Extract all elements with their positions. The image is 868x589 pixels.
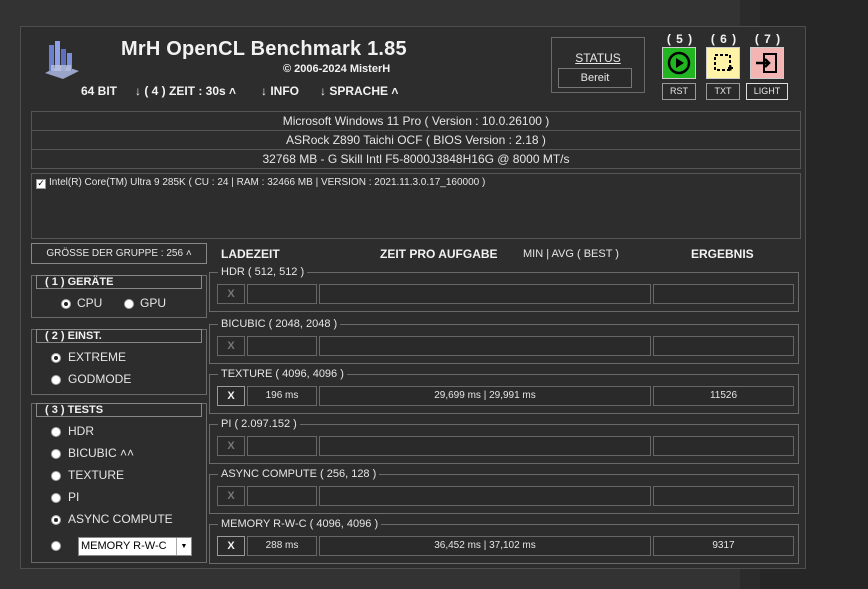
screenshot-button[interactable] — [706, 47, 740, 79]
memory-test-dropdown[interactable]: MEMORY R-W-C ▼ — [78, 537, 192, 556]
sprache-menu[interactable]: ↓ SPRACHE ˄ — [320, 84, 398, 98]
col-ergebnis: ERGEBNIS — [691, 247, 754, 261]
texture-test-label: TEXTURE — [68, 468, 125, 482]
test-result-name: ASYNC COMPUTE ( 256, 128 ) — [218, 468, 380, 480]
test-score — [653, 284, 794, 304]
cpu-radio[interactable] — [61, 299, 71, 309]
play-icon — [667, 51, 691, 75]
test-result-row: PI ( 2.097.152 ) X — [209, 418, 799, 464]
test-result-name: MEMORY R-W-C ( 4096, 4096 ) — [218, 518, 382, 530]
gpu-label: GPU — [140, 296, 167, 310]
copyright-text: © 2006-2024 MisterH — [283, 63, 391, 75]
device-checkbox[interactable]: ✓ — [36, 179, 46, 189]
godmode-radio[interactable] — [51, 375, 61, 385]
crop-select-icon — [714, 54, 733, 71]
status-label: STATUS — [575, 51, 621, 65]
test-load-time — [247, 284, 317, 304]
test-time-per-task — [319, 284, 651, 304]
test-time-per-task: 36,452 ms | 37,102 ms — [319, 536, 651, 556]
test-disable-button[interactable]: X — [217, 536, 245, 556]
chevron-down-icon[interactable]: ▼ — [176, 538, 191, 555]
test-score — [653, 486, 794, 506]
tests-title: ( 3 ) TESTS — [36, 403, 202, 417]
einst-title: ( 2 ) EINST. — [36, 329, 202, 343]
test-disable-button[interactable]: X — [217, 436, 245, 456]
bits-label: 64 BIT — [81, 84, 118, 98]
test-disable-button[interactable]: X — [217, 486, 245, 506]
device-item[interactable]: Intel(R) Core(TM) Ultra 9 285K ( CU : 24… — [49, 177, 485, 188]
board-info: ASRock Z890 Taichi OCF ( BIOS Version : … — [32, 131, 800, 150]
test-result-row: MEMORY R-W-C ( 4096, 4096 ) X 288 ms 36,452… — [209, 518, 799, 564]
col-ladezeit: LADEZEIT — [221, 247, 280, 261]
system-info-box: Microsoft Windows 11 Pro ( Version : 10.… — [31, 111, 801, 169]
test-time-per-task — [319, 486, 651, 506]
extreme-radio[interactable] — [51, 353, 61, 363]
light-number: ( 7 ) — [754, 32, 782, 46]
async-compute-test-label: ASYNC COMPUTE — [68, 512, 173, 526]
texture-radio[interactable] — [51, 471, 61, 481]
app-logo-icon — [41, 39, 83, 79]
benchmark-window: MrH OpenCL Benchmark 1.85 © 2006-2024 Mi… — [20, 26, 806, 569]
hdr-radio[interactable] — [51, 427, 61, 437]
memory-info: 32768 MB - G Skill Intl F5-8000J3848H16G… — [262, 152, 570, 166]
test-result-name: BICUBIC ( 2048, 2048 ) — [218, 318, 341, 330]
light-button[interactable]: LIGHT — [746, 83, 788, 100]
pi-radio[interactable] — [51, 493, 61, 503]
memory-test-dropdown-value: MEMORY R-W-C — [81, 540, 167, 552]
test-time-per-task — [319, 436, 651, 456]
status-value: Bereit — [558, 68, 632, 88]
test-score — [653, 436, 794, 456]
cpu-label: CPU — [77, 296, 103, 310]
test-time-per-task: 29,699 ms | 29,991 ms — [319, 386, 651, 406]
txt-button[interactable]: TXT — [706, 83, 740, 100]
os-info: Microsoft Windows 11 Pro ( Version : 10.… — [32, 112, 800, 131]
test-load-time: 288 ms — [247, 536, 317, 556]
extreme-label: EXTREME — [68, 350, 127, 364]
tests-panel: ( 3 ) TESTS HDR BICUBIC ˄˄ TEXTURE PI AS… — [31, 403, 207, 563]
test-time-per-task — [319, 336, 651, 356]
test-result-row: HDR ( 512, 512 ) X — [209, 266, 799, 312]
exit-button[interactable] — [750, 47, 784, 79]
bicubic-radio[interactable] — [51, 449, 61, 459]
memory-rwc-radio[interactable] — [51, 541, 61, 551]
test-disable-button[interactable]: X — [217, 284, 245, 304]
test-result-row: ASYNC COMPUTE ( 256, 128 ) X — [209, 468, 799, 514]
group-size-button[interactable]: GRÖSSE DER GRUPPE : 256 ˄ — [31, 243, 207, 264]
einst-panel: ( 2 ) EINST. EXTREME GODMODE — [31, 329, 207, 395]
test-disable-button[interactable]: X — [217, 386, 245, 406]
test-result-row: TEXTURE ( 4096, 4096 ) X 196 ms 29,699 ms |… — [209, 368, 799, 414]
test-load-time — [247, 486, 317, 506]
gpu-radio[interactable] — [124, 299, 134, 309]
rst-number: ( 5 ) — [666, 32, 694, 46]
device-list: ✓ Intel(R) Core(TM) Ultra 9 285K ( CU : … — [31, 173, 801, 239]
godmode-label: GODMODE — [68, 372, 132, 386]
test-load-time — [247, 336, 317, 356]
test-load-time — [247, 436, 317, 456]
bicubic-test-label: BICUBIC ˄˄ — [68, 446, 135, 460]
test-result-row: BICUBIC ( 2048, 2048 ) X — [209, 318, 799, 364]
async-compute-radio[interactable] — [51, 515, 61, 525]
zeit-menu[interactable]: ↓ ( 4 ) ZEIT : 30s ˄ — [135, 84, 236, 98]
pi-test-label: PI — [68, 490, 80, 504]
test-score: 11526 — [653, 386, 794, 406]
status-group: STATUS Bereit — [551, 37, 645, 93]
test-score — [653, 336, 794, 356]
test-result-name: HDR ( 512, 512 ) — [218, 266, 308, 278]
run-button[interactable] — [662, 47, 696, 79]
txt-number: ( 6 ) — [710, 32, 738, 46]
geraete-panel: ( 1 ) GERÄTE CPU GPU — [31, 275, 207, 318]
col-zeit: ZEIT PRO AUFGABE — [380, 247, 498, 261]
test-result-name: TEXTURE ( 4096, 4096 ) — [218, 368, 347, 380]
exit-icon — [756, 53, 777, 73]
test-disable-button[interactable]: X — [217, 336, 245, 356]
test-result-name: PI ( 2.097.152 ) — [218, 418, 300, 430]
test-load-time: 196 ms — [247, 386, 317, 406]
rst-button[interactable]: RST — [662, 83, 696, 100]
col-minavg: MIN | AVG ( BEST ) — [523, 248, 619, 260]
app-title: MrH OpenCL Benchmark 1.85 — [121, 38, 407, 60]
info-menu[interactable]: ↓ INFO — [261, 84, 299, 98]
geraete-title: ( 1 ) GERÄTE — [36, 275, 202, 289]
test-score: 9317 — [653, 536, 794, 556]
hdr-test-label: HDR — [68, 424, 94, 438]
